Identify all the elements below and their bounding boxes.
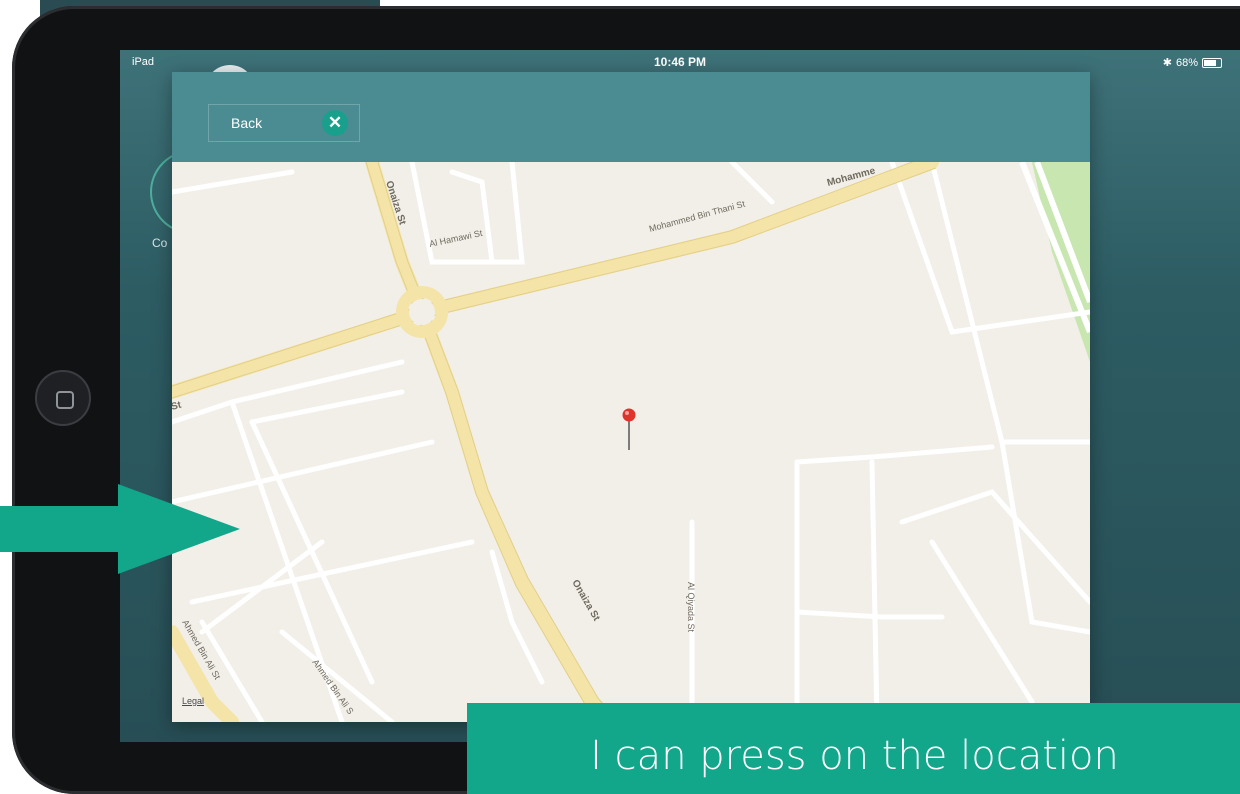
bluetooth-icon: ✱ — [1162, 57, 1172, 69]
battery-percent: 68% — [1175, 56, 1198, 69]
close-icon[interactable]: ✕ — [322, 110, 348, 136]
ipad-screen: Co iPad 10:46 PM ✱ 68% Back ✕ Onaiza St … — [120, 50, 1240, 742]
background-label: Co — [152, 236, 168, 250]
back-label: Back — [231, 115, 263, 131]
callout-text: I can press on the location — [590, 733, 1119, 779]
home-button[interactable] — [35, 370, 91, 426]
street-label: Al Qiyada St — [686, 582, 696, 633]
home-square-icon — [56, 391, 74, 409]
status-right: ✱ 68% — [1163, 56, 1222, 69]
pointer-arrow-icon — [0, 484, 240, 574]
legal-link[interactable]: Legal — [182, 696, 204, 706]
location-pin-icon[interactable] — [622, 408, 636, 450]
map-view[interactable]: Onaiza St Al Hamawi St Mohammed Bin Than… — [172, 162, 1090, 722]
status-time: 10:46 PM — [653, 55, 707, 69]
status-bar: iPad 10:46 PM ✱ 68% — [120, 50, 1240, 74]
modal-header: Back ✕ — [172, 72, 1090, 162]
back-button[interactable]: Back ✕ — [208, 104, 360, 142]
battery-icon — [1202, 57, 1222, 68]
map-modal: Back ✕ Onaiza St Al Hamawi St Mohammed B… — [172, 72, 1090, 722]
annotation-callout: I can press on the location — [467, 703, 1240, 794]
